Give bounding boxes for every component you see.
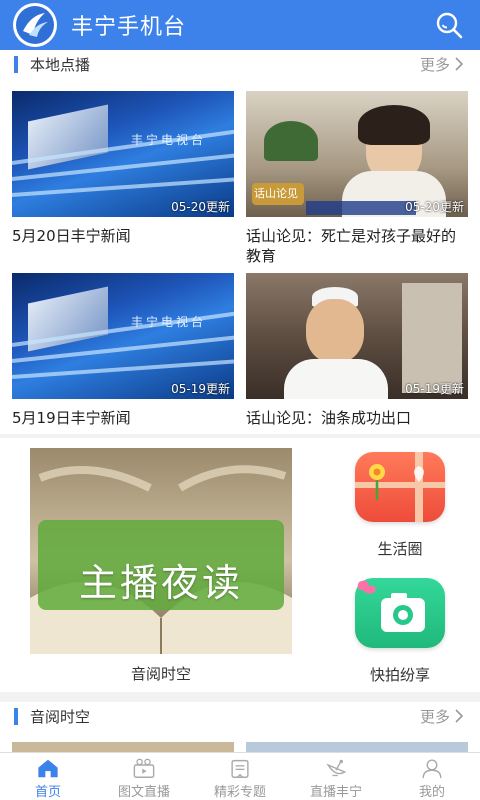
section-title: 本地点播 (14, 54, 90, 75)
more-label: 更多 (419, 707, 450, 726)
tile-label: 生活圈 (377, 540, 423, 558)
local-vod-section: 本地点播 更多 丰宁电视台 05-20更新 5月20日丰宁新闻 话山论见 05-… (0, 50, 480, 434)
audio-thumbnail[interactable] (246, 742, 468, 752)
section-title-label: 音阅时空 (30, 707, 91, 726)
banner-caption: 音阅时空 (130, 665, 191, 683)
tab-label: 直播丰宁 (309, 785, 362, 800)
satellite-icon (326, 759, 347, 777)
banner-text: 主播夜读 (78, 561, 243, 605)
update-date-tag: 05-20更新 (405, 200, 464, 214)
feature-block: 主播夜读 音阅时空 生活圈 快拍纷享 (0, 438, 480, 692)
search-icon[interactable] (434, 10, 464, 40)
life-circle-tile[interactable]: 生活圈 (350, 452, 450, 559)
section-header: 本地点播 更多 (0, 50, 480, 78)
tab-home[interactable]: 首页 (0, 753, 96, 800)
more-link[interactable]: 更多 (420, 54, 464, 75)
anchor-reading-banner[interactable]: 主播夜读 (30, 448, 292, 654)
audio-thumbnail[interactable] (12, 742, 234, 752)
section-title-label: 本地点播 (30, 55, 91, 74)
video-thumbnail: 丰宁电视台 05-19更新 (12, 273, 234, 399)
chevron-right-icon (455, 709, 464, 723)
section-accent-bar (14, 55, 18, 73)
video-card[interactable]: 话山论见 05-20更新 话山论见：死亡是对孩子最好的教育 (246, 91, 468, 266)
chevron-right-icon (455, 57, 464, 71)
app-header: 丰宁手机台 (0, 0, 480, 50)
home-icon (38, 759, 58, 778)
tile-label: 快拍纷享 (369, 666, 430, 684)
video-title: 5月19日丰宁新闻 (12, 409, 131, 427)
tab-label: 我的 (418, 785, 445, 800)
section-title: 音阅时空 (14, 706, 90, 727)
video-title: 话山论见：死亡是对孩子最好的教育 (246, 227, 457, 265)
video-thumbnail: 话山论见 05-20更新 (246, 91, 468, 217)
tab-featured-topics[interactable]: 精彩专题 (192, 753, 288, 800)
more-label: 更多 (419, 55, 450, 74)
video-card[interactable]: 丰宁电视台 05-20更新 5月20日丰宁新闻 (12, 91, 234, 246)
update-date-tag: 05-19更新 (171, 382, 230, 396)
video-icon (133, 758, 155, 778)
tab-live-fengning[interactable]: 直播丰宁 (288, 753, 384, 800)
gift-box-icon (355, 452, 445, 522)
video-thumbnail: 05-19更新 (246, 273, 468, 399)
video-card[interactable]: 05-19更新 话山论见：油条成功出口 (246, 273, 468, 428)
update-date-tag: 05-19更新 (405, 382, 464, 396)
update-date-tag: 05-20更新 (171, 200, 230, 214)
app-logo-icon (13, 3, 57, 47)
channel-brand-text: 丰宁电视台 (130, 315, 206, 329)
video-card[interactable]: 丰宁电视台 05-19更新 5月19日丰宁新闻 (12, 273, 234, 428)
more-link[interactable]: 更多 (420, 706, 464, 727)
tab-label: 精彩专题 (213, 785, 266, 800)
program-logo-text: 话山论见 (254, 187, 298, 200)
quick-shot-tile[interactable]: 快拍纷享 (350, 578, 450, 685)
bottom-tab-bar: 首页 图文直播 精彩专题 直播丰宁 我的 (0, 752, 480, 800)
section-accent-bar (14, 707, 18, 725)
tab-label: 首页 (34, 785, 61, 800)
video-title: 话山论见：油条成功出口 (246, 409, 412, 427)
video-title: 5月20日丰宁新闻 (12, 227, 131, 245)
book-icon (231, 759, 249, 778)
user-icon (422, 759, 442, 779)
app-root: 丰宁手机台 本地点播 更多 丰宁电视台 05-20更新 5月20日丰宁新闻 话山… (0, 0, 480, 800)
section-header: 音阅时空 更多 (0, 702, 480, 730)
tab-mine[interactable]: 我的 (384, 753, 480, 800)
channel-brand-text: 丰宁电视台 (130, 133, 206, 147)
video-thumbnail: 丰宁电视台 05-20更新 (12, 91, 234, 217)
camera-icon (355, 578, 445, 648)
tab-live-text[interactable]: 图文直播 (96, 753, 192, 800)
audio-section: 音阅时空 更多 (0, 702, 480, 752)
app-title: 丰宁手机台 (71, 15, 187, 40)
tab-label: 图文直播 (117, 785, 170, 800)
